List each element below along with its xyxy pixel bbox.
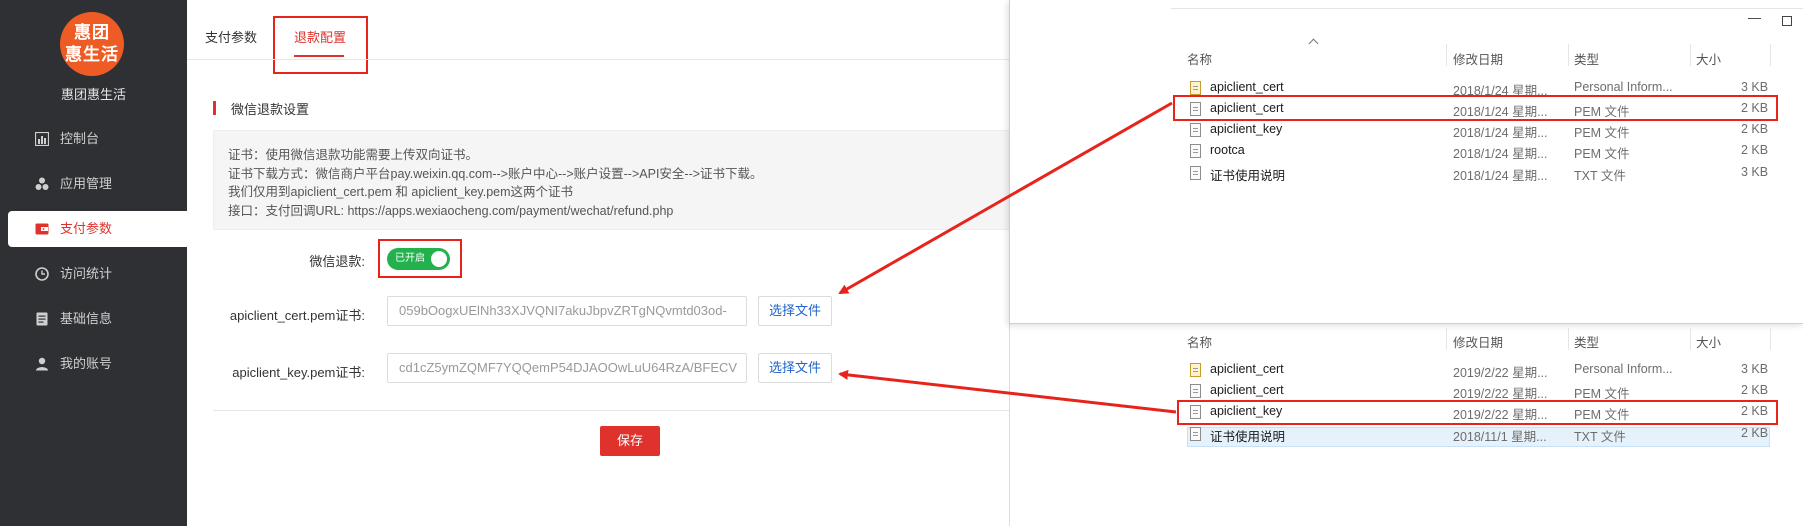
annotation-arrows bbox=[838, 101, 1177, 414]
arrow-cert bbox=[838, 101, 1173, 295]
arrow-key bbox=[838, 369, 1177, 414]
